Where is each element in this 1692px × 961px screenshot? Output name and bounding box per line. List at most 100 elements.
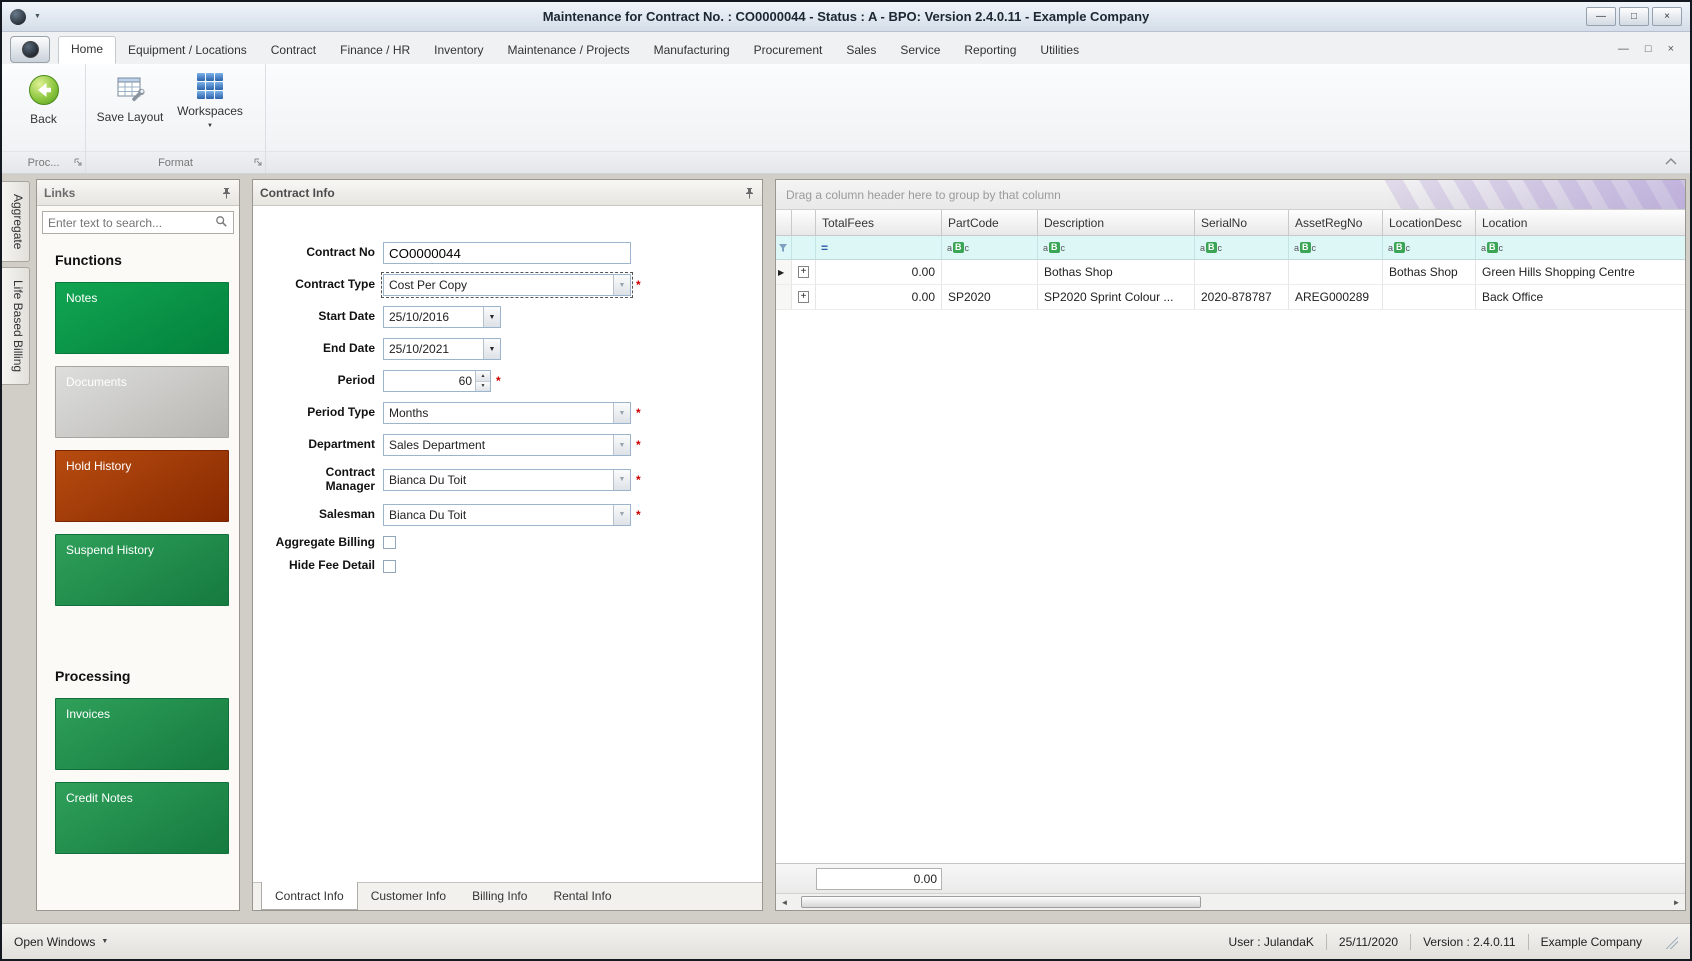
notes-button[interactable]: Notes	[55, 282, 229, 354]
end-date-picker[interactable]: 25/10/2021 ▼	[383, 338, 501, 360]
side-tab-aggregate[interactable]: Aggregate	[2, 181, 30, 263]
ribbon-tab-service[interactable]: Service	[888, 37, 952, 64]
hide-fee-detail-checkbox[interactable]	[383, 559, 396, 573]
chevron-down-icon[interactable]: ▼	[613, 275, 630, 295]
filter-cell-location[interactable]: aBc	[1476, 236, 1685, 260]
scroll-left-button[interactable]: ◄	[776, 894, 793, 910]
chevron-down-icon[interactable]: ▼	[613, 504, 630, 525]
ribbon-tab-sales[interactable]: Sales	[834, 37, 888, 64]
cell-partcode[interactable]: SP2020	[942, 285, 1038, 310]
open-windows-button[interactable]: Open Windows ▼	[14, 935, 108, 949]
group-by-bar[interactable]: Drag a column header here to group by th…	[776, 180, 1685, 210]
contract-no-input[interactable]	[383, 242, 631, 264]
contract-type-combo[interactable]: Cost Per Copy ▼	[381, 272, 633, 298]
resize-grip[interactable]	[1664, 934, 1678, 949]
close-button[interactable]: ×	[1652, 7, 1682, 26]
chevron-down-icon[interactable]: ▼	[613, 469, 630, 490]
contract-manager-combo[interactable]: Bianca Du Toit ▼	[383, 468, 631, 491]
column-header-locationdesc[interactable]: LocationDesc	[1383, 210, 1476, 236]
expand-button[interactable]: +	[798, 291, 809, 303]
cell-description[interactable]: SP2020 Sprint Colour ...	[1038, 285, 1195, 310]
filter-cell-assetregno[interactable]: aBc	[1289, 236, 1383, 260]
cell-serialno[interactable]	[1195, 260, 1289, 285]
ribbon-tab-equipment-locations[interactable]: Equipment / Locations	[116, 37, 259, 64]
column-header-partcode[interactable]: PartCode	[942, 210, 1038, 236]
minimize-button[interactable]: —	[1586, 7, 1616, 26]
suspend-history-button[interactable]: Suspend History	[55, 534, 229, 606]
cell-totalfees[interactable]: 0.00	[816, 260, 942, 285]
cell-locationdesc[interactable]: Bothas Shop	[1383, 260, 1476, 285]
mdi-restore-button[interactable]: □	[1645, 43, 1652, 55]
spin-down-icon[interactable]: ▼	[476, 381, 490, 391]
search-icon[interactable]	[215, 215, 228, 231]
column-header-description[interactable]: Description	[1038, 210, 1195, 236]
scroll-right-button[interactable]: ►	[1668, 894, 1685, 910]
ribbon-tab-finance-hr[interactable]: Finance / HR	[328, 37, 422, 64]
mdi-close-button[interactable]: ×	[1668, 43, 1674, 55]
ribbon-tab-home[interactable]: Home	[58, 36, 117, 64]
quick-access-caret-icon[interactable]: ▼	[34, 13, 41, 20]
filter-cell-serialno[interactable]: aBc	[1195, 236, 1289, 260]
filter-cell-totalfees[interactable]: =	[816, 236, 942, 260]
spin-up-icon[interactable]: ▲	[476, 371, 490, 382]
cell-location[interactable]: Green Hills Shopping Centre	[1476, 260, 1685, 285]
pin-icon[interactable]	[744, 187, 755, 199]
ribbon-tab-manufacturing[interactable]: Manufacturing	[642, 37, 742, 64]
ribbon-tab-reporting[interactable]: Reporting	[952, 37, 1028, 64]
filter-cell-partcode[interactable]: aBc	[942, 236, 1038, 260]
tab-contract-info[interactable]: Contract Info	[261, 882, 358, 910]
ribbon-tab-inventory[interactable]: Inventory	[422, 37, 495, 64]
credit-notes-button[interactable]: Credit Notes	[55, 782, 229, 854]
expand-button[interactable]: +	[798, 266, 809, 278]
grid-row-2[interactable]: + 0.00 SP2020 SP2020 Sprint Colour ... 2…	[776, 285, 1685, 310]
filter-cell-locationdesc[interactable]: aBc	[1383, 236, 1476, 260]
tab-customer-info[interactable]: Customer Info	[358, 883, 459, 910]
ribbon-tab-procurement[interactable]: Procurement	[742, 37, 835, 64]
cell-location[interactable]: Back Office	[1476, 285, 1685, 310]
grid-row-1[interactable]: ▶ + 0.00 Bothas Shop Bothas Shop Green H…	[776, 260, 1685, 285]
cell-partcode[interactable]	[942, 260, 1038, 285]
column-header-serialno[interactable]: SerialNo	[1195, 210, 1289, 236]
pin-icon[interactable]	[221, 187, 232, 199]
period-spinner[interactable]: 60 ▲ ▼	[383, 370, 491, 392]
ribbon-tab-maintenance-projects[interactable]: Maintenance / Projects	[496, 37, 642, 64]
links-search-input[interactable]	[48, 215, 215, 230]
period-type-combo[interactable]: Months ▼	[383, 402, 631, 424]
dialog-launcher-icon[interactable]	[254, 157, 262, 169]
invoices-button[interactable]: Invoices	[55, 698, 229, 770]
ribbon-collapse-icon[interactable]	[1664, 156, 1678, 169]
dialog-launcher-icon[interactable]	[74, 157, 82, 169]
chevron-down-icon[interactable]: ▼	[483, 339, 500, 359]
workspaces-button[interactable]: Workspaces ▼	[170, 68, 250, 129]
cell-assetregno[interactable]: AREG000289	[1289, 285, 1383, 310]
chevron-down-icon[interactable]: ▼	[613, 403, 630, 423]
cell-assetregno[interactable]	[1289, 260, 1383, 285]
filter-cell-description[interactable]: aBc	[1038, 236, 1195, 260]
tab-billing-info[interactable]: Billing Info	[459, 883, 540, 910]
cell-serialno[interactable]: 2020-878787	[1195, 285, 1289, 310]
column-header-assetregno[interactable]: AssetRegNo	[1289, 210, 1383, 236]
cell-description[interactable]: Bothas Shop	[1038, 260, 1195, 285]
documents-button[interactable]: Documents	[55, 366, 229, 438]
application-menu-button[interactable]	[10, 36, 50, 63]
column-header-totalfees[interactable]: TotalFees	[816, 210, 942, 236]
tab-rental-info[interactable]: Rental Info	[540, 883, 624, 910]
cell-locationdesc[interactable]	[1383, 285, 1476, 310]
start-date-picker[interactable]: 25/10/2016 ▼	[383, 306, 501, 328]
horizontal-scrollbar[interactable]: ◄ ►	[776, 893, 1685, 910]
chevron-down-icon[interactable]: ▼	[483, 307, 500, 327]
maximize-button[interactable]: □	[1619, 7, 1649, 26]
aggregate-billing-checkbox[interactable]	[383, 535, 396, 549]
save-layout-button[interactable]: Save Layout	[90, 68, 170, 124]
cell-totalfees[interactable]: 0.00	[816, 285, 942, 310]
side-tab-life-based-billing[interactable]: Life Based Billing	[2, 267, 30, 386]
salesman-combo[interactable]: Bianca Du Toit ▼	[383, 503, 631, 526]
ribbon-tab-contract[interactable]: Contract	[259, 37, 328, 64]
department-combo[interactable]: Sales Department ▼	[383, 434, 631, 456]
mdi-minimize-button[interactable]: —	[1618, 43, 1629, 55]
column-header-location[interactable]: Location	[1476, 210, 1685, 236]
equals-operator-icon[interactable]: =	[821, 241, 828, 255]
scroll-thumb[interactable]	[801, 896, 1201, 908]
chevron-down-icon[interactable]: ▼	[613, 435, 630, 455]
back-button[interactable]: Back	[6, 68, 81, 126]
